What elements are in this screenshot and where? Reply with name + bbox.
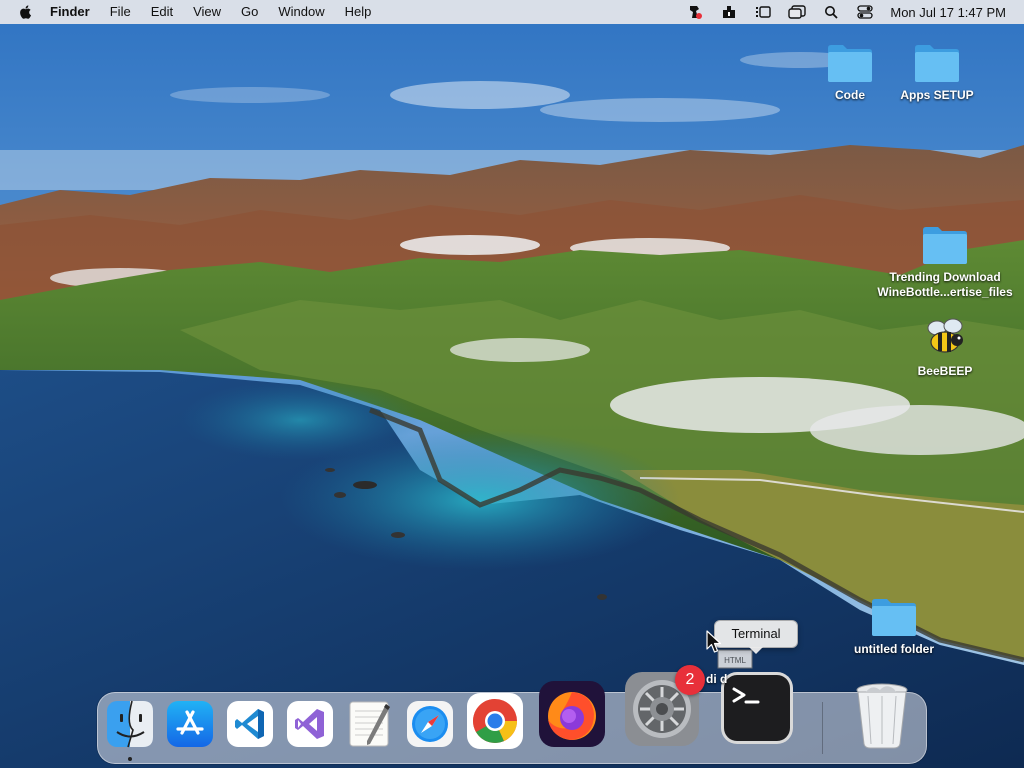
dock-firefox[interactable] <box>538 680 606 748</box>
dock-finder[interactable] <box>106 700 154 748</box>
system-settings-badge: 2 <box>675 665 705 695</box>
vscode-icon <box>227 701 273 747</box>
desktop-icon-label: BeeBEEP <box>917 364 973 378</box>
status-app-icon[interactable] <box>686 4 704 20</box>
dock-vscode[interactable] <box>226 700 274 748</box>
mouse-cursor-icon <box>706 630 722 653</box>
menu-file[interactable]: File <box>100 0 141 24</box>
dock-trash[interactable] <box>852 680 912 750</box>
trash-icon <box>856 683 908 749</box>
dock-separator <box>822 702 823 754</box>
firefox-icon <box>539 681 605 747</box>
folder-icon <box>915 45 959 82</box>
mission-control-icon[interactable] <box>788 4 807 20</box>
menu-app-name[interactable]: Finder <box>50 0 100 24</box>
folder-icon <box>872 599 916 636</box>
folder-icon <box>923 227 967 264</box>
app-store-icon <box>167 701 213 747</box>
menu-bar: Finder File Edit View Go Window Help Mon… <box>0 0 1024 24</box>
dock-terminal[interactable] <box>720 671 794 745</box>
menu-window[interactable]: Window <box>268 0 334 24</box>
dragged-file-label: di d <box>706 672 728 686</box>
desktop-folder-trending-download[interactable]: Trending Download WineBottle...ertise_fi… <box>870 224 1020 300</box>
visual-studio-icon <box>287 701 333 747</box>
chrome-icon <box>467 693 523 749</box>
dock-textedit[interactable] <box>346 700 394 748</box>
textedit-icon <box>349 701 390 747</box>
dragged-file-badge: HTML <box>724 656 746 665</box>
menu-help[interactable]: Help <box>335 0 382 24</box>
stage-manager-icon[interactable] <box>754 4 772 20</box>
desktop-icon-label: Code <box>835 88 865 102</box>
menu-go[interactable]: Go <box>231 0 268 24</box>
desktop-icon-label-line2: WineBottle...ertise_files <box>877 285 1013 299</box>
desktop-folder-apps-setup[interactable]: Apps SETUP <box>862 42 1012 103</box>
safari-icon <box>407 701 453 747</box>
terminal-icon <box>721 672 793 744</box>
spotlight-search-icon[interactable] <box>822 4 840 20</box>
desktop-folder-untitled[interactable]: untitled folder <box>819 596 969 657</box>
bee-icon <box>927 318 963 353</box>
apple-menu-icon[interactable] <box>18 4 34 20</box>
menu-bar-clock[interactable]: Mon Jul 17 1:47 PM <box>890 5 1006 20</box>
desktop-icon-label: untitled folder <box>854 642 934 656</box>
desktop-app-beebeep[interactable]: BeeBEEP <box>870 316 1020 379</box>
finder-icon <box>107 700 153 748</box>
desktop-icon-label: Apps SETUP <box>900 88 974 102</box>
menu-edit[interactable]: Edit <box>141 0 183 24</box>
dock-safari[interactable] <box>406 700 454 748</box>
menu-view[interactable]: View <box>183 0 231 24</box>
dock-chrome[interactable] <box>466 692 524 750</box>
dock-tooltip: Terminal <box>714 620 798 654</box>
finder-running-indicator <box>128 757 132 761</box>
dock-visual-studio[interactable] <box>286 700 334 748</box>
bluetooth-app-icon[interactable] <box>720 4 738 20</box>
dock-app-store[interactable] <box>166 700 214 748</box>
control-center-icon[interactable] <box>856 4 874 20</box>
desktop-icon-label-line1: Trending Download <box>889 270 1001 284</box>
